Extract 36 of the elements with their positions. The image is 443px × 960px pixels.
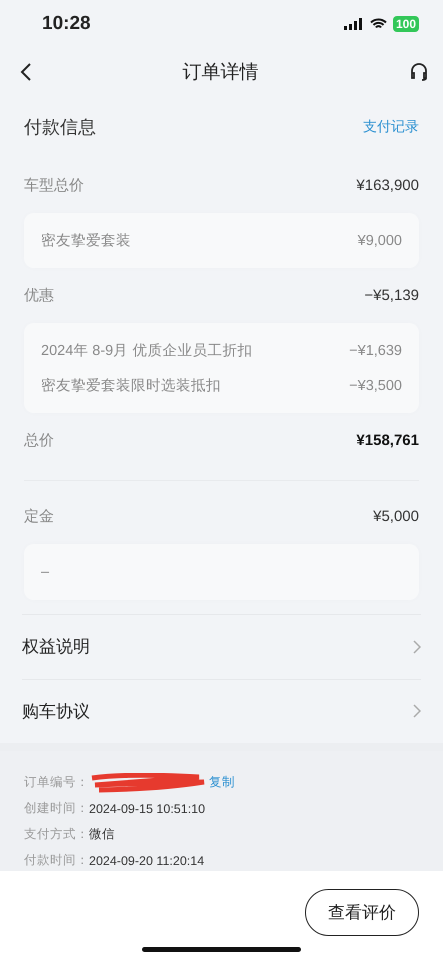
chevron-right-icon — [413, 704, 421, 718]
info-label: 创建时间： — [24, 800, 89, 818]
info-value: 微信 — [89, 826, 115, 844]
price-label: 定金 — [24, 507, 54, 526]
item-value: −¥1,639 — [349, 342, 402, 359]
menu-row[interactable]: 权益说明 — [22, 614, 421, 679]
item-label: – — [41, 564, 50, 580]
item-value: −¥3,500 — [349, 378, 402, 394]
item-label: 密友挚爱套装 — [41, 232, 131, 250]
price-label: 优惠 — [24, 286, 54, 306]
item-value: ¥9,000 — [358, 232, 402, 249]
price-label: 总价 — [24, 431, 54, 450]
headset-icon[interactable] — [409, 62, 429, 82]
info-label: 订单编号： — [24, 774, 89, 792]
page-title: 订单详情 — [182, 61, 258, 86]
price-value: ¥163,900 — [356, 177, 419, 194]
price-value: ¥5,000 — [373, 508, 419, 526]
row-label: 权益说明 — [22, 636, 90, 658]
view-review-button[interactable]: 查看评价 — [305, 888, 419, 936]
battery-indicator: 100 — [392, 16, 419, 32]
section-title: 付款信息 — [24, 116, 96, 140]
price-label: 车型总价 — [24, 176, 84, 196]
price-value: ¥158,761 — [356, 432, 419, 450]
info-label: 付款时间： — [24, 852, 89, 870]
wifi-icon — [370, 18, 387, 30]
info-value: 2024-09-15 10:51:10 — [89, 802, 206, 816]
row-label: 购车协议 — [22, 700, 90, 723]
clock: 10:28 — [42, 13, 91, 36]
price-value: −¥5,139 — [364, 287, 419, 304]
info-value: 2024-09-20 11:20:14 — [89, 854, 204, 868]
info-label: 支付方式： — [24, 826, 89, 844]
back-icon[interactable] — [20, 62, 32, 82]
signal-icon — [344, 18, 364, 30]
item-label: 密友挚爱套装限时选装抵扣 — [41, 376, 221, 396]
item-label: 2024年 8-9月 优质企业员工折扣 — [41, 342, 252, 360]
chevron-right-icon — [413, 640, 421, 654]
